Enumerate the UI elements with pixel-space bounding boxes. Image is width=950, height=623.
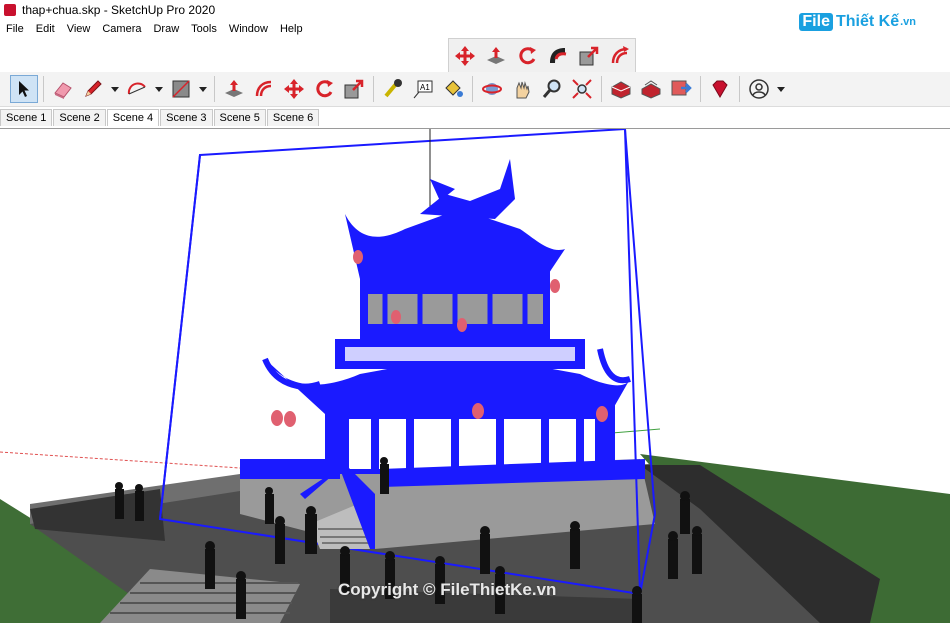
scale-icon[interactable] [340, 75, 368, 103]
offset-icon[interactable] [250, 75, 278, 103]
menu-bar: File Edit View Camera Draw Tools Window … [0, 20, 309, 38]
zoom-extents-icon[interactable] [568, 75, 596, 103]
account-dropdown-caret[interactable] [777, 86, 785, 92]
toolbar-separator [739, 76, 740, 102]
tab-scene-1[interactable]: Scene 1 [0, 109, 53, 126]
menu-file[interactable]: File [0, 23, 30, 35]
toolbar-separator [700, 76, 701, 102]
watermark-logo-text: Thiết Kế [835, 13, 900, 30]
menu-tools[interactable]: Tools [185, 23, 223, 35]
rotate-icon[interactable] [310, 75, 338, 103]
toolbar-separator [373, 76, 374, 102]
move-icon[interactable] [451, 42, 479, 70]
pan-icon[interactable] [508, 75, 536, 103]
zoom-icon[interactable] [538, 75, 566, 103]
rotate-icon[interactable] [513, 42, 541, 70]
pagoda-model-render [0, 129, 950, 623]
follow-me-icon[interactable] [544, 42, 572, 70]
main-toolbar: A1 [0, 72, 950, 107]
pencil-icon[interactable] [79, 75, 107, 103]
toolbar-separator [472, 76, 473, 102]
arc-dropdown-caret[interactable] [155, 86, 163, 92]
window-title: thap+chua.skp - SketchUp Pro 2020 [22, 3, 216, 17]
orbit-icon[interactable] [478, 75, 506, 103]
menu-view[interactable]: View [61, 23, 97, 35]
shape-dropdown-caret[interactable] [199, 86, 207, 92]
pencil-dropdown-caret[interactable] [111, 86, 119, 92]
layout-icon[interactable] [667, 75, 695, 103]
scale-icon[interactable] [575, 42, 603, 70]
model-viewport[interactable] [0, 128, 950, 623]
tab-scene-4[interactable]: Scene 4 [106, 109, 160, 126]
copyright-watermark: Copyright © FileThietKe.vn [338, 580, 557, 599]
extension-warehouse-icon[interactable] [637, 75, 665, 103]
toolbar-separator [601, 76, 602, 102]
watermark-logo-tld: .vn [900, 16, 916, 28]
paint-bucket-icon[interactable] [439, 75, 467, 103]
arc-icon[interactable] [123, 75, 151, 103]
tab-scene-5[interactable]: Scene 5 [213, 109, 266, 126]
svg-text:A1: A1 [420, 83, 430, 92]
offset-icon[interactable] [606, 42, 634, 70]
watermark-logo: File Thiết Kế .vn [799, 13, 916, 31]
menu-camera[interactable]: Camera [96, 23, 147, 35]
sketchup-app-icon [4, 4, 16, 16]
toolbar-separator [43, 76, 44, 102]
rectangle-icon[interactable] [167, 75, 195, 103]
tape-measure-icon[interactable] [379, 75, 407, 103]
tab-scene-2[interactable]: Scene 2 [53, 109, 106, 126]
move-icon[interactable] [280, 75, 308, 103]
menu-help[interactable]: Help [274, 23, 309, 35]
toolbar-separator [214, 76, 215, 102]
floating-edit-toolbar [448, 38, 636, 74]
select-icon[interactable] [10, 75, 38, 103]
push-pull-icon[interactable] [482, 42, 510, 70]
push-pull-icon[interactable] [220, 75, 248, 103]
account-icon[interactable] [745, 75, 773, 103]
tab-scene-3[interactable]: Scene 3 [160, 109, 213, 126]
menu-draw[interactable]: Draw [147, 23, 185, 35]
watermark-logo-box: File [799, 13, 833, 31]
eraser-icon[interactable] [49, 75, 77, 103]
menu-window[interactable]: Window [223, 23, 274, 35]
tab-scene-6[interactable]: Scene 6 [266, 109, 320, 126]
warehouse-icon[interactable] [607, 75, 635, 103]
text-icon[interactable]: A1 [409, 75, 437, 103]
ruby-icon[interactable] [706, 75, 734, 103]
scene-tabs: Scene 1 Scene 2 Scene 4 Scene 3 Scene 5 … [0, 106, 320, 126]
menu-edit[interactable]: Edit [30, 23, 61, 35]
